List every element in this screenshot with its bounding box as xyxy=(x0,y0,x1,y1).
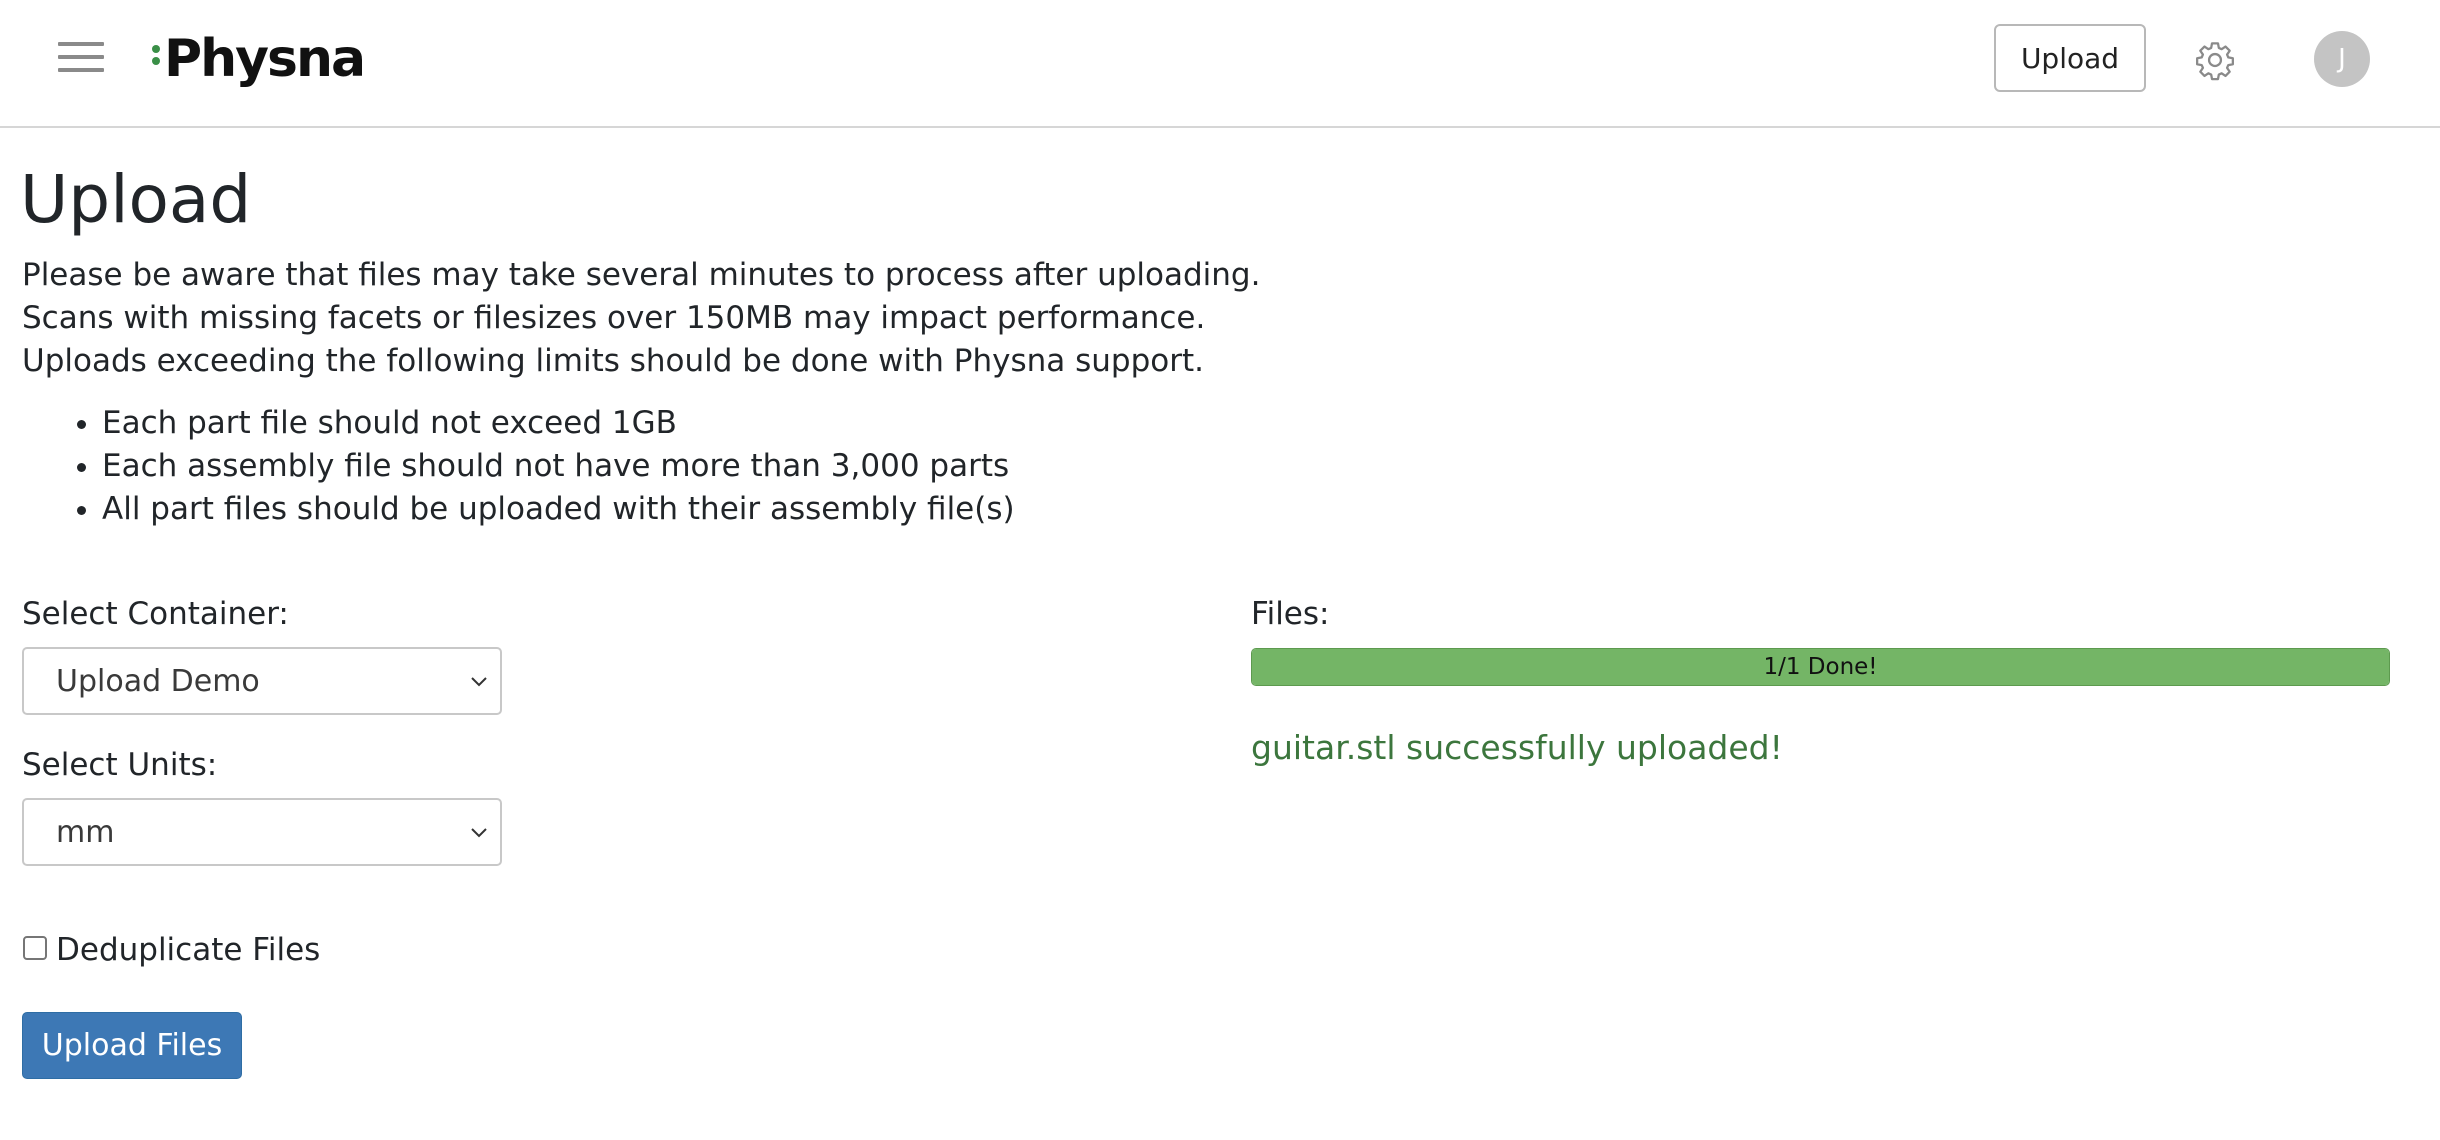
limit-item: Each part file should not exceed 1GB xyxy=(102,402,1015,445)
hamburger-menu-icon[interactable] xyxy=(58,40,104,74)
chevron-down-icon xyxy=(471,677,487,687)
physna-logo[interactable]: Physna xyxy=(152,24,366,94)
limit-item: Each assembly file should not have more … xyxy=(102,445,1015,488)
page-title: Upload xyxy=(20,161,252,238)
container-select-value: Upload Demo xyxy=(56,663,260,699)
units-select[interactable]: mm xyxy=(22,798,502,866)
upload-files-button[interactable]: Upload Files xyxy=(22,1012,242,1079)
select-container-label: Select Container: xyxy=(22,596,289,632)
upload-progress-bar: 1/1 Done! xyxy=(1251,648,2390,686)
select-units-label: Select Units: xyxy=(22,747,218,783)
progress-text: 1/1 Done! xyxy=(1763,654,1878,680)
header-upload-button[interactable]: Upload xyxy=(1994,24,2146,92)
deduplicate-label[interactable]: Deduplicate Files xyxy=(56,930,320,970)
notice-line: Please be aware that files may take seve… xyxy=(22,257,1261,293)
logo-text: Physna xyxy=(164,29,366,89)
gear-icon[interactable] xyxy=(2194,39,2236,81)
limit-item: All part files should be uploaded with t… xyxy=(102,488,1015,531)
deduplicate-checkbox[interactable] xyxy=(23,936,47,960)
container-select[interactable]: Upload Demo xyxy=(22,647,502,715)
chevron-down-icon xyxy=(471,828,487,838)
logo-dots-icon xyxy=(152,39,162,79)
upload-notice: Please be aware that files may take seve… xyxy=(22,254,1260,383)
notice-line: Scans with missing facets or filesizes o… xyxy=(22,300,1206,336)
upload-success-message: guitar.stl successfully uploaded! xyxy=(1251,728,1783,767)
units-select-value: mm xyxy=(56,814,115,850)
notice-line: Uploads exceeding the following limits s… xyxy=(22,343,1204,379)
upload-limits-list: Each part file should not exceed 1GB Eac… xyxy=(22,402,1015,531)
top-navbar: Physna Upload J xyxy=(0,0,2440,128)
files-label: Files: xyxy=(1251,596,1330,632)
user-avatar[interactable]: J xyxy=(2314,31,2370,87)
